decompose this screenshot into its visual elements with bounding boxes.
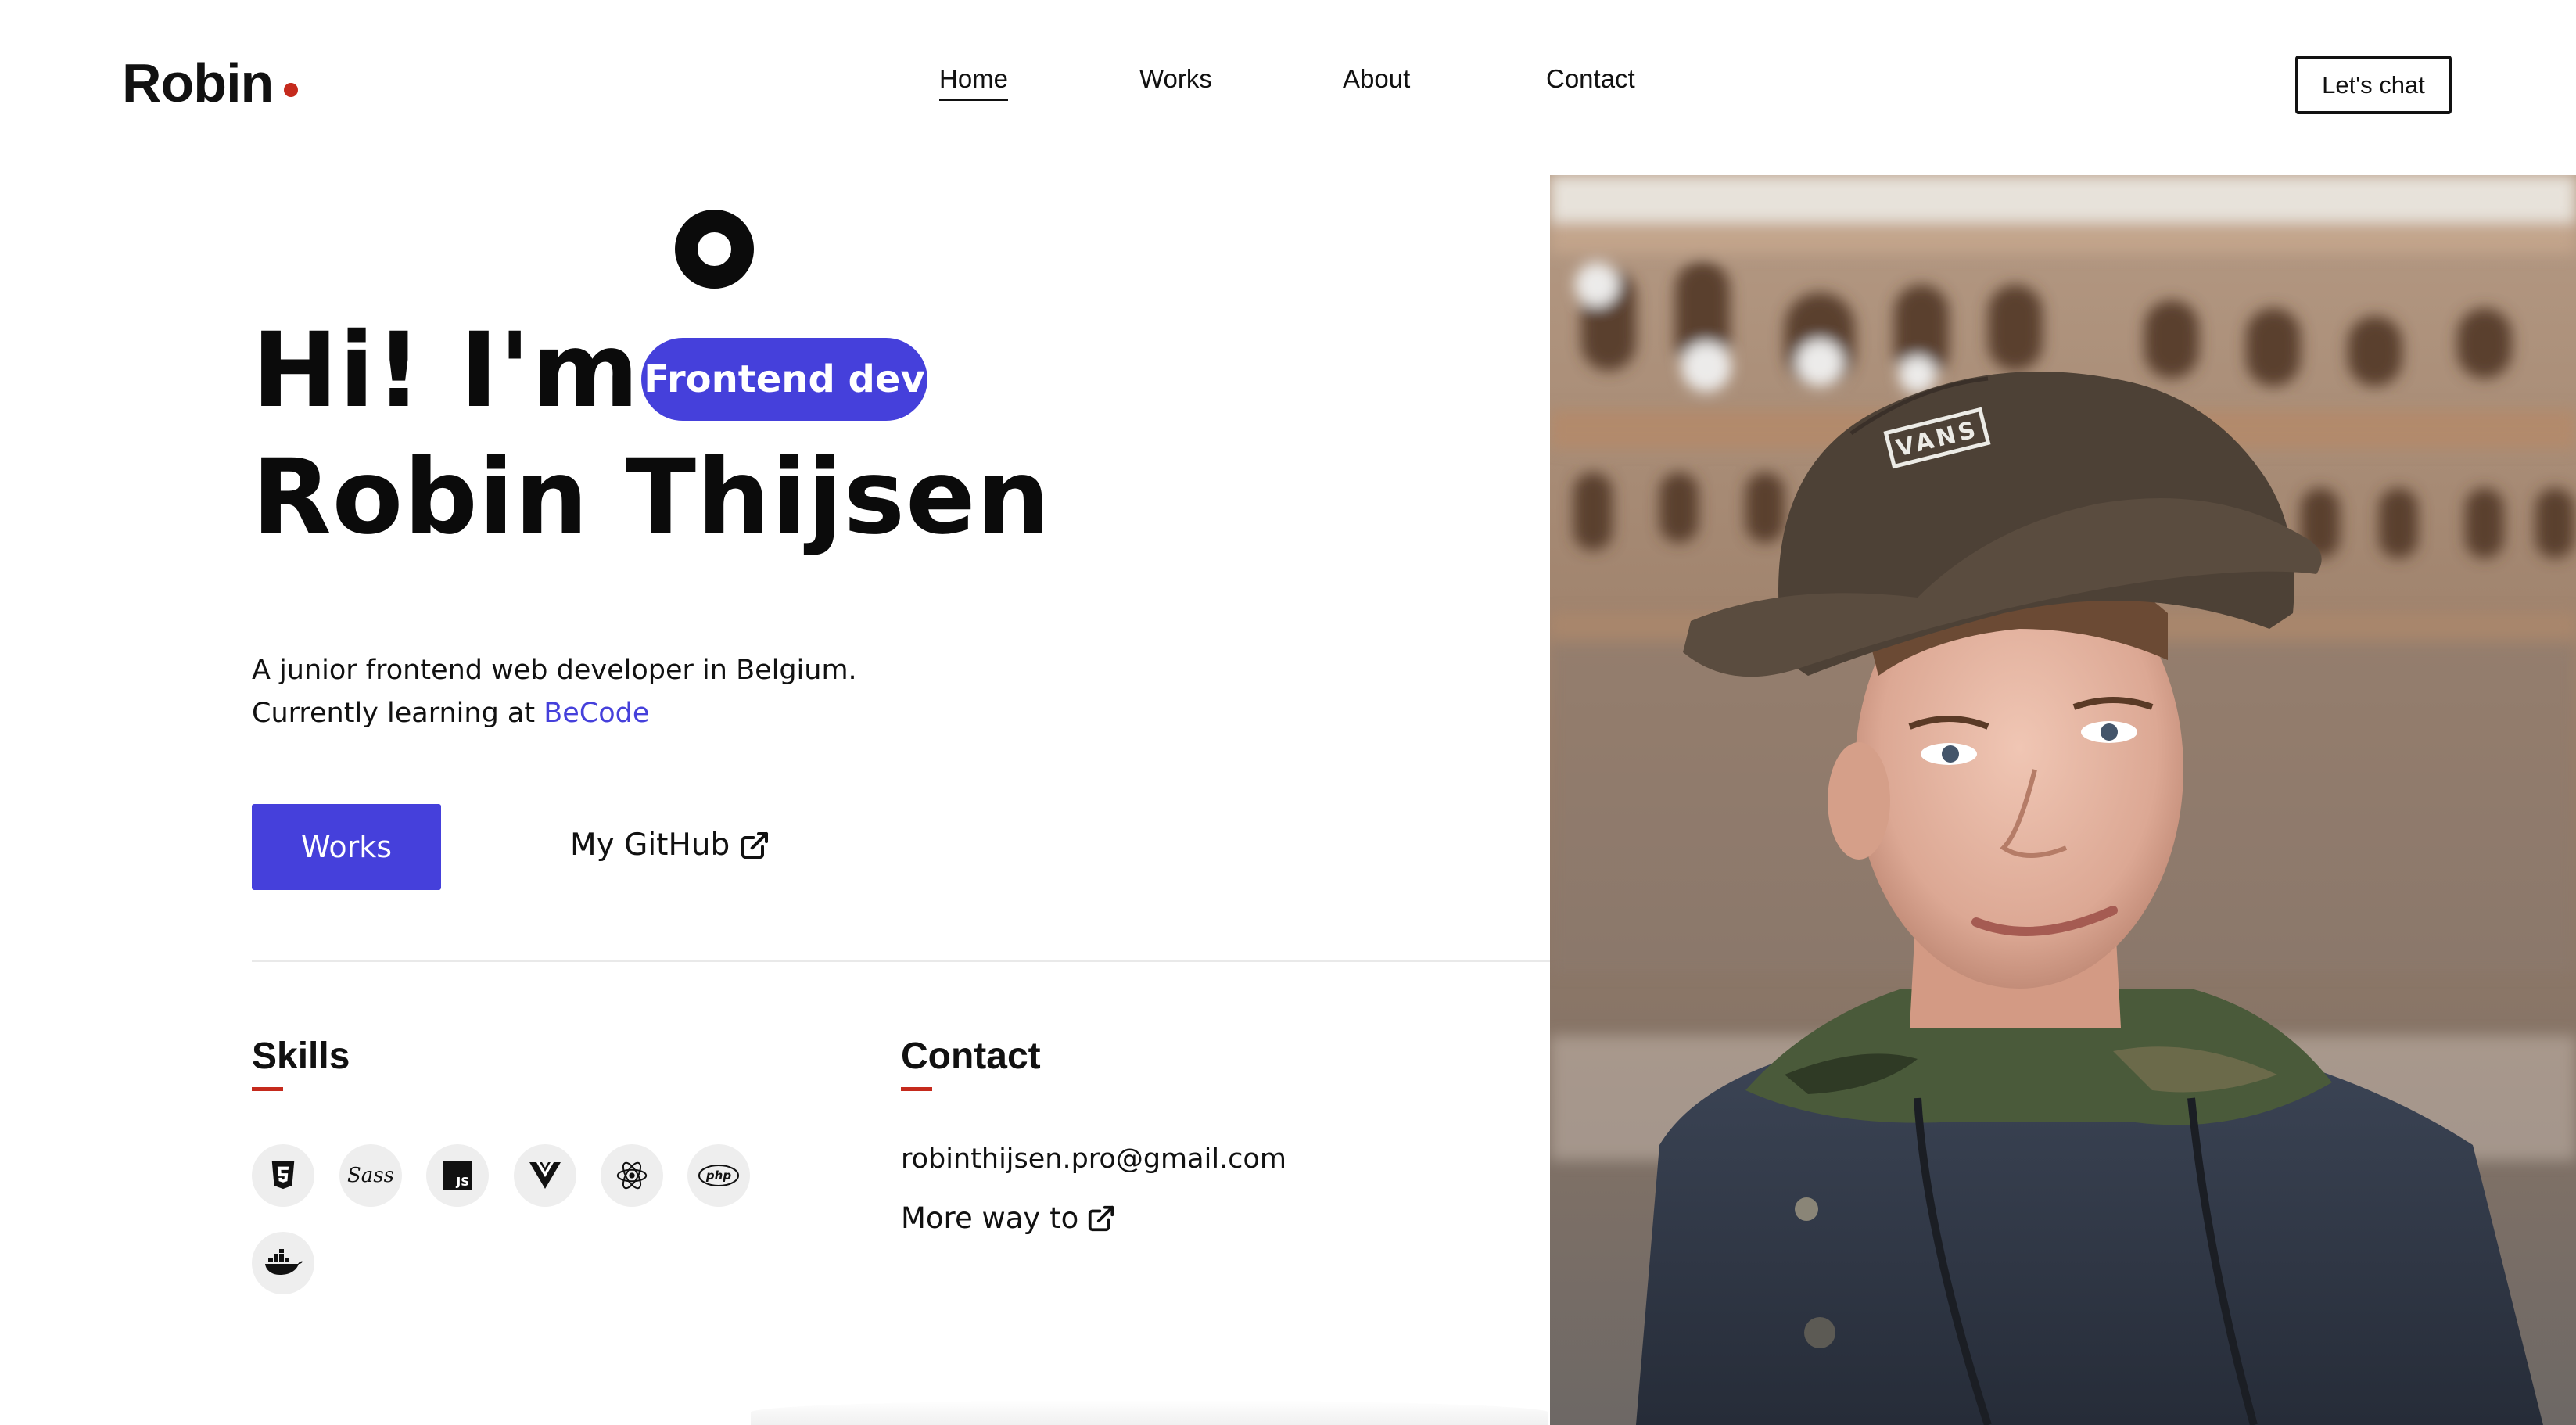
nav-home[interactable]: Home [939, 64, 1009, 101]
external-link-icon [741, 831, 769, 859]
sass-icon: Sass [339, 1144, 402, 1207]
javascript-icon: JS [426, 1144, 489, 1207]
bottom-shadow [751, 1400, 1548, 1425]
hero-name: Robin Thijsen [252, 437, 1051, 558]
docker-icon [252, 1232, 314, 1294]
skills-title: Skills [252, 1036, 350, 1077]
intro-line-2: Currently learning at [252, 698, 544, 729]
hero-greeting: Hi! I'm [252, 310, 640, 431]
logo-text: Robin [122, 52, 274, 113]
ring-decoration [675, 210, 754, 289]
github-link-label: My GitHub [570, 827, 730, 863]
nav-about[interactable]: About [1343, 64, 1410, 94]
logo[interactable]: Robin [122, 52, 299, 114]
vue-icon [514, 1144, 576, 1207]
github-link[interactable]: My GitHub [570, 827, 770, 863]
external-link-icon [1089, 1205, 1114, 1231]
becode-link[interactable]: BeCode [544, 698, 649, 729]
intro-text: A junior frontend web developer in Belgi… [252, 649, 857, 735]
contact-title: Contact [901, 1036, 1041, 1077]
svg-text:php: php [705, 1168, 731, 1183]
logo-dot [284, 83, 299, 97]
contact-underline [901, 1087, 932, 1091]
more-way-link[interactable]: More way to [901, 1201, 1116, 1235]
react-icon [601, 1144, 663, 1207]
html5-icon [252, 1144, 314, 1207]
nav-contact[interactable]: Contact [1546, 64, 1635, 94]
nav-works[interactable]: Works [1139, 64, 1212, 94]
email-link[interactable]: robinthijsen.pro@gmail.com [901, 1143, 1286, 1175]
section-divider [252, 960, 1550, 962]
works-button[interactable]: Works [252, 804, 441, 890]
lets-chat-button[interactable]: Let's chat [2295, 56, 2452, 114]
role-badge: Frontend dev [641, 338, 927, 421]
more-way-label: More way to [901, 1201, 1079, 1235]
profile-photo: VANS [1550, 175, 2576, 1425]
php-icon: php [687, 1144, 750, 1207]
intro-line-1: A junior frontend web developer in Belgi… [252, 655, 857, 686]
skills-underline [252, 1087, 283, 1091]
